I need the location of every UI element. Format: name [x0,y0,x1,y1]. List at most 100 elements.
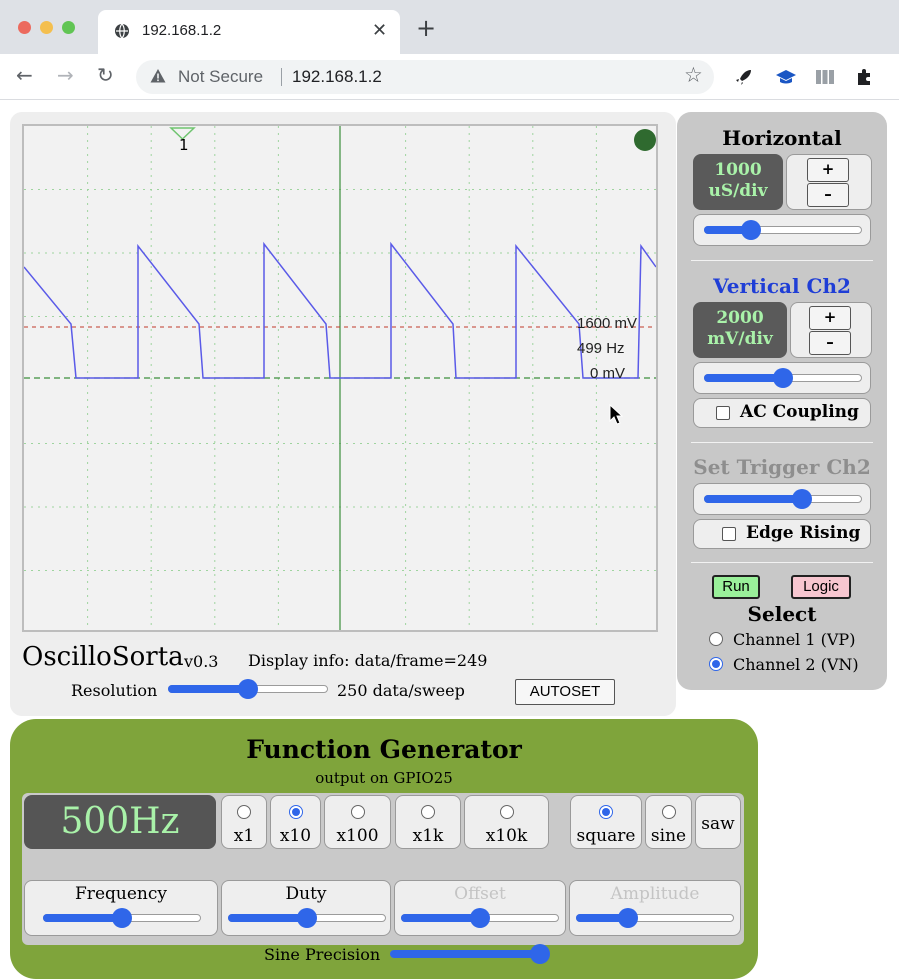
edge-rising-label: Edge Rising [746,523,861,543]
extensions-puzzle-icon[interactable] [855,67,875,87]
multiplier-x10k-radio[interactable] [499,805,514,819]
multiplier-x10-option[interactable]: x10 [270,795,321,849]
channel-2-label: Channel 2 (VN) [733,655,859,674]
multiplier-x10k-option[interactable]: x10k [464,795,549,849]
horizontal-slider-thumb[interactable] [741,220,762,240]
multiplier-x100-radio[interactable] [350,805,365,819]
new-tab-button[interactable]: + [416,16,436,40]
trigger-title: Set Trigger Ch2 [693,455,871,479]
autoset-button[interactable]: AUTOSET [515,679,615,705]
graduation-cap-icon[interactable] [775,67,797,87]
multiplier-x10-radio[interactable] [288,805,303,819]
duty-slider-thumb[interactable] [297,908,317,928]
scope-screen[interactable]: 1 1600 mV 499 Hz 0 mV [22,124,658,632]
multiplier-x1-label: x1 [233,826,255,846]
horizontal-unit: uS/div [708,181,768,201]
sine-precision-slider-thumb[interactable] [530,944,550,964]
trigger-level-readout: 1600 mV [577,315,638,332]
logic-button[interactable]: Logic [791,575,851,599]
edge-rising-toggle[interactable]: Edge Rising [693,519,871,549]
horizontal-scale-display: 1000 uS/div [693,154,783,210]
globe-icon [115,23,129,39]
multiplier-x10k-label: x10k [485,826,528,846]
channel-2-radio[interactable] [709,657,723,671]
minimize-window-button[interactable] [40,21,53,34]
oscilloscope-panel: 1 1600 mV 499 Hz 0 mV OscilloSorta v0.3 … [10,112,676,716]
run-button[interactable]: Run [712,575,760,599]
offset-slider[interactable] [401,907,559,929]
amplitude-slider-thumb[interactable] [618,908,639,928]
url-text[interactable]: 192.168.1.2 [292,67,382,87]
browser-tab[interactable]: 192.168.1.2 ✕ [98,10,400,54]
reload-icon[interactable]: ↻ [97,62,114,88]
multiplier-x1k-radio[interactable] [421,805,435,819]
frequency-slider-thumb[interactable] [112,908,132,928]
resolution-label: Resolution [71,681,158,700]
trigger-marker-label: 1 [179,136,189,154]
vertical-decrease-button[interactable]: – [809,331,851,355]
waveform-square-option[interactable]: square [570,795,642,849]
ac-coupling-checkbox[interactable] [716,406,730,420]
maximize-window-button[interactable] [62,21,75,34]
offset-knob: Offset [394,880,566,936]
waveform-square-radio[interactable] [599,805,613,819]
browser-toolbar: ← → ↻ Not Secure 192.168.1.2 ☆ ⋮ [0,54,899,100]
waveform-saw-option[interactable]: saw [695,795,741,849]
warning-icon [150,69,166,83]
resolution-slider-thumb[interactable] [238,679,258,699]
close-window-button[interactable] [18,21,31,34]
ac-coupling-toggle[interactable]: AC Coupling [693,398,871,428]
multiplier-x1-radio[interactable] [237,805,251,819]
back-arrow-icon[interactable]: ← [16,62,33,88]
vertical-slider[interactable] [704,367,862,389]
channel-1-radio[interactable] [709,632,723,646]
address-bar[interactable]: Not Secure 192.168.1.2 ☆ [136,60,714,94]
multiplier-x1-option[interactable]: x1 [221,795,267,849]
resolution-value: 250 data/sweep [337,681,465,700]
vertical-increase-button[interactable]: + [809,306,851,330]
amplitude-slider[interactable] [576,907,734,929]
rocket-extension-icon[interactable] [734,67,754,87]
waveform-sine-radio[interactable] [661,805,676,819]
trigger-slider-thumb[interactable] [791,489,812,509]
horizontal-increase-button[interactable]: + [807,158,849,182]
control-panel: Horizontal 1000 uS/div + – Vertical Ch2 … [677,112,887,690]
horizontal-decrease-button[interactable]: – [807,183,849,207]
sine-precision-slider[interactable] [390,943,550,965]
duty-slider[interactable] [228,907,386,929]
bookmark-star-icon[interactable]: ☆ [684,63,703,87]
resolution-slider[interactable] [168,678,328,700]
more-menu-icon[interactable]: ⋮ [892,64,899,88]
address-divider [281,68,282,86]
horizontal-slider[interactable] [704,219,862,241]
vertical-value: 2000 [716,308,764,328]
ac-coupling-label: AC Coupling [740,402,859,422]
frequency-knob-label: Frequency [75,884,167,904]
tab-close-icon[interactable]: ✕ [372,20,387,41]
frequency-knob: Frequency [24,880,218,936]
duty-knob: Duty [221,880,391,936]
vertical-title: Vertical Ch2 [713,274,851,298]
trigger-slider[interactable] [704,488,862,510]
forward-arrow-icon[interactable]: → [57,62,74,88]
frequency-slider[interactable] [43,907,201,929]
section-divider [691,562,873,563]
waveform-square-label: square [576,826,636,846]
multiplier-x1k-option[interactable]: x1k [395,795,461,849]
security-label: Not Secure [178,67,264,86]
select-title: Select [747,602,817,626]
waveform-sine-option[interactable]: sine [645,795,692,849]
function-generator-controls: 500Hz x1 x10 x100 x1k x10k square sine s… [22,793,744,945]
edge-rising-checkbox[interactable] [722,527,736,541]
multiplier-x100-option[interactable]: x100 [324,795,391,849]
status-led [634,129,656,151]
reader-mode-icon[interactable] [815,68,835,86]
sine-precision-label: Sine Precision [264,945,381,964]
function-generator-panel: Function Generator output on GPIO25 500H… [10,719,758,979]
vertical-slider-thumb[interactable] [773,368,793,388]
section-divider [691,442,873,443]
amplitude-knob: Amplitude [569,880,741,936]
offset-slider-thumb[interactable] [470,908,490,928]
horizontal-title: Horizontal [722,126,842,150]
frequency-readout: 499 Hz [577,340,625,357]
